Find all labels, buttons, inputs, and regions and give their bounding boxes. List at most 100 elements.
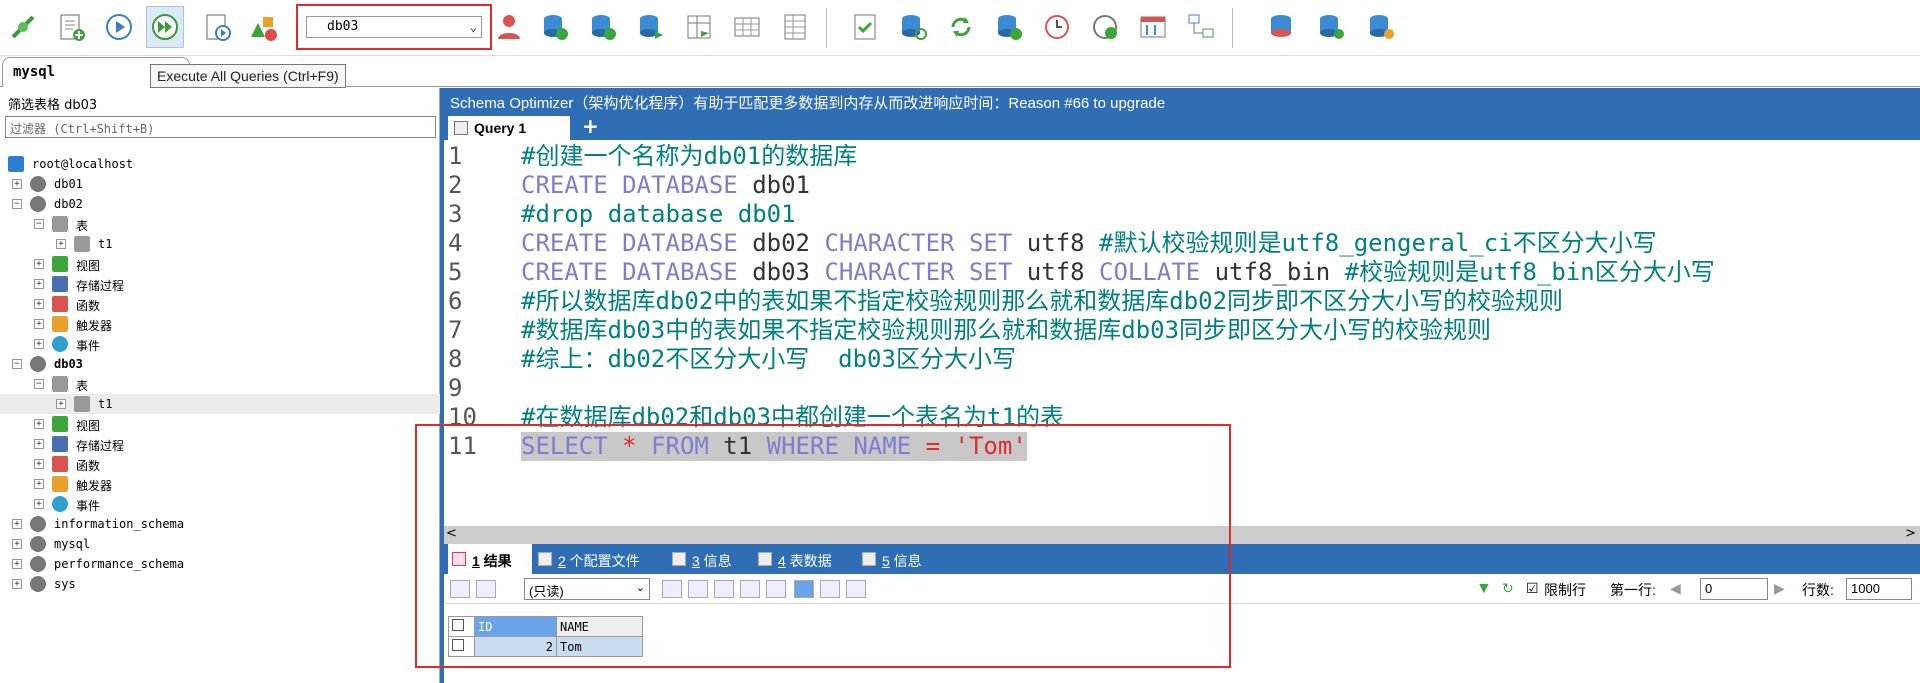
tab-profile[interactable]: 2 个配置文件 xyxy=(534,544,646,574)
new-query-icon[interactable] xyxy=(52,6,90,48)
tree-node[interactable]: − db02 xyxy=(0,194,440,214)
execute-edit-icon[interactable] xyxy=(198,6,236,48)
save-icon[interactable] xyxy=(714,580,734,598)
schema-designer-icon[interactable] xyxy=(680,6,718,48)
add-tab-button[interactable]: + xyxy=(582,114,599,138)
expand-toggle-icon[interactable]: + xyxy=(34,339,44,349)
user-manager-icon[interactable] xyxy=(490,6,528,48)
expand-toggle-icon[interactable]: + xyxy=(12,179,22,189)
tree-node[interactable]: + 事件 xyxy=(0,494,440,514)
cell-id[interactable]: 2 xyxy=(474,636,557,657)
tab-messages[interactable]: 3 信息 xyxy=(668,544,738,574)
table-row[interactable]: 2 Tom xyxy=(448,636,643,657)
tree-node[interactable]: − 表 xyxy=(0,214,440,234)
db-refresh-icon[interactable] xyxy=(894,6,932,48)
tree-node[interactable]: + 存储过程 xyxy=(0,434,440,454)
expand-toggle-icon[interactable]: + xyxy=(34,439,44,449)
db-compare-icon[interactable] xyxy=(1312,6,1350,48)
tree-node[interactable]: − db03 xyxy=(0,354,440,374)
expand-toggle-icon[interactable]: + xyxy=(12,579,22,589)
delete-icon[interactable] xyxy=(740,580,760,598)
sql-editor[interactable]: 1 #创建一个名称为db01的数据库 2 CREATE DATABASE db01 … xyxy=(444,140,1920,526)
result-options-icon[interactable] xyxy=(476,580,496,598)
scroll-left-icon[interactable]: < xyxy=(446,526,457,541)
tree-node[interactable]: + performance_schema xyxy=(0,554,440,574)
expand-toggle-icon[interactable]: + xyxy=(34,419,44,429)
tree-node[interactable]: + 视图 xyxy=(0,254,440,274)
schema-compare-icon[interactable] xyxy=(1134,6,1172,48)
expand-toggle-icon[interactable]: + xyxy=(34,279,44,289)
form-view-icon[interactable] xyxy=(820,580,840,598)
cell-name[interactable]: Tom xyxy=(556,636,643,657)
tree-node[interactable]: + sys xyxy=(0,574,440,594)
expand-toggle-icon[interactable]: + xyxy=(34,259,44,269)
upgrade-banner[interactable]: Schema Optimizer（架构优化程序）有助于匹配更多数据到内存从而改进… xyxy=(444,88,1920,114)
revert-icon[interactable] xyxy=(766,580,786,598)
expand-toggle-icon[interactable]: − xyxy=(34,219,44,229)
tree-node[interactable]: root@localhost xyxy=(0,154,440,174)
expand-toggle-icon[interactable]: + xyxy=(56,239,66,249)
db-export-icon[interactable] xyxy=(990,6,1028,48)
row-checkbox[interactable] xyxy=(448,636,475,657)
sync-db-icon[interactable] xyxy=(632,6,670,48)
column-header-id[interactable]: ID xyxy=(474,616,557,637)
tab-table-data[interactable]: 4 表数据 xyxy=(754,544,838,574)
tree-node[interactable]: + 函数 xyxy=(0,454,440,474)
tree-node[interactable]: + db01 xyxy=(0,174,440,194)
scroll-right-icon[interactable]: > xyxy=(1905,526,1916,541)
tree-node[interactable]: + information_schema xyxy=(0,514,440,534)
tree-node[interactable]: + t1 xyxy=(0,394,440,414)
tree-node[interactable]: + 函数 xyxy=(0,294,440,314)
execute-all-queries-icon[interactable] xyxy=(146,6,184,48)
connect-icon[interactable] xyxy=(4,6,42,48)
expand-toggle-icon[interactable]: + xyxy=(34,479,44,489)
expand-toggle-icon[interactable]: + xyxy=(12,519,22,529)
backup-db-icon[interactable] xyxy=(584,6,622,48)
db-stack-icon[interactable] xyxy=(1262,6,1300,48)
tree-node[interactable]: + 触发器 xyxy=(0,314,440,334)
prev-page-icon[interactable]: ◀ xyxy=(1670,580,1681,597)
database-select[interactable]: db03 ⌄ xyxy=(306,16,482,38)
add-row-icon[interactable] xyxy=(662,580,682,598)
tab-info[interactable]: 5 信息 xyxy=(858,544,928,574)
expand-toggle-icon[interactable]: + xyxy=(34,459,44,469)
check-icon[interactable] xyxy=(846,6,884,48)
tree-node[interactable]: + 存储过程 xyxy=(0,274,440,294)
expand-toggle-icon[interactable]: + xyxy=(12,559,22,569)
diagram-icon[interactable] xyxy=(1182,6,1220,48)
next-page-icon[interactable]: ▶ xyxy=(1774,580,1785,597)
column-header-name[interactable]: NAME xyxy=(556,616,643,637)
tree-node[interactable]: − 表 xyxy=(0,374,440,394)
tree-node[interactable]: + 事件 xyxy=(0,334,440,354)
filter-icon[interactable]: ▼ xyxy=(1476,580,1492,598)
expand-toggle-icon[interactable]: + xyxy=(34,499,44,509)
tree-node[interactable]: + 视图 xyxy=(0,414,440,434)
scheduled-run-icon[interactable] xyxy=(1086,6,1124,48)
shapes-icon[interactable] xyxy=(244,6,282,48)
clock-icon[interactable] xyxy=(1038,6,1076,48)
expand-toggle-icon[interactable]: + xyxy=(56,399,66,409)
duplicate-row-icon[interactable] xyxy=(688,580,708,598)
filter-input[interactable]: 过滤器 (Ctrl+Shift+B) xyxy=(5,116,436,138)
rows-input[interactable]: 1000 xyxy=(1846,578,1912,600)
table-data-icon[interactable] xyxy=(776,6,814,48)
expand-toggle-icon[interactable]: + xyxy=(12,539,22,549)
refresh-result-icon[interactable]: ↻ xyxy=(1502,580,1514,597)
tab-result[interactable]: 1 结果 xyxy=(448,544,532,574)
refresh-icon[interactable] xyxy=(942,6,980,48)
export-result-icon[interactable] xyxy=(450,580,470,598)
tree-node[interactable]: + 触发器 xyxy=(0,474,440,494)
grid-view-icon[interactable] xyxy=(794,580,814,598)
readonly-select[interactable]: (只读) ⌄ xyxy=(524,578,650,600)
expand-toggle-icon[interactable]: − xyxy=(12,359,22,369)
expand-toggle-icon[interactable]: − xyxy=(12,199,22,209)
first-row-input[interactable]: 0 xyxy=(1700,578,1768,600)
text-view-icon[interactable] xyxy=(846,580,866,598)
expand-toggle-icon[interactable]: − xyxy=(34,379,44,389)
tab-query-1[interactable]: Query 1 xyxy=(448,116,570,140)
select-all-checkbox[interactable] xyxy=(448,616,475,637)
horizontal-scrollbar[interactable]: < > xyxy=(444,526,1920,544)
table-grid-icon[interactable] xyxy=(728,6,766,48)
db-migrate-icon[interactable] xyxy=(1362,6,1400,48)
tree-node[interactable]: + t1 xyxy=(0,234,440,254)
